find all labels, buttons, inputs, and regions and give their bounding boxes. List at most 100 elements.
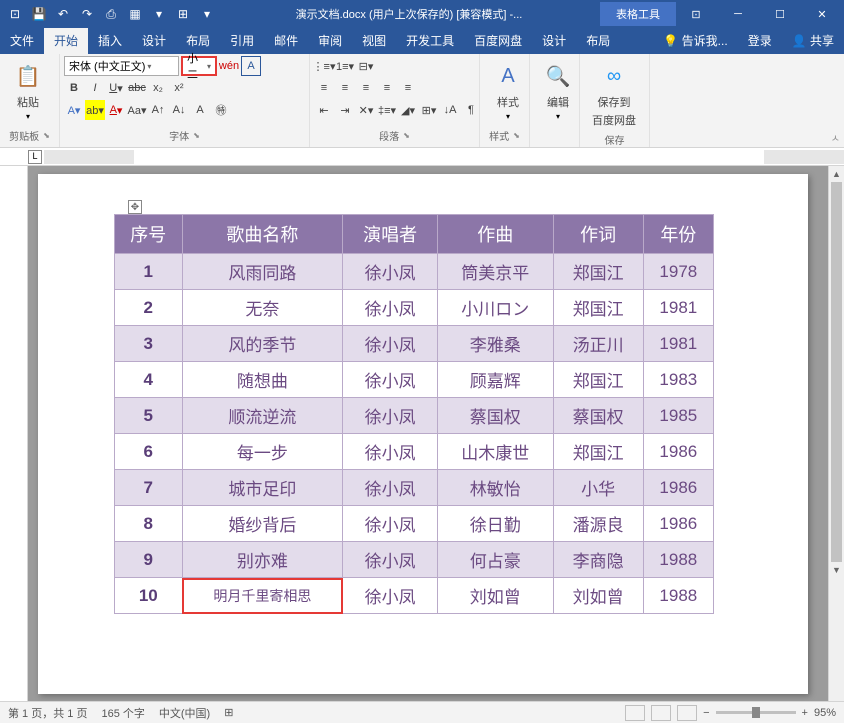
- vertical-scrollbar[interactable]: ▲ ▼: [828, 166, 844, 701]
- view-read-icon[interactable]: [625, 705, 645, 721]
- table-cell[interactable]: 3: [115, 326, 183, 362]
- table-cell[interactable]: 李商隐: [553, 542, 643, 578]
- zoom-out-icon[interactable]: −: [703, 707, 709, 719]
- touch-mode-icon[interactable]: ⊡: [4, 3, 26, 25]
- tab-developer[interactable]: 开发工具: [396, 28, 464, 54]
- table-cell[interactable]: 随想曲: [182, 362, 343, 398]
- table-cell[interactable]: 1986: [643, 434, 713, 470]
- qat-btn-6[interactable]: ▦: [124, 3, 146, 25]
- qat-btn-7[interactable]: ▾: [148, 3, 170, 25]
- table-cell[interactable]: 汤正川: [553, 326, 643, 362]
- redo-icon[interactable]: ↷: [76, 3, 98, 25]
- zoom-in-icon[interactable]: +: [802, 707, 808, 719]
- table-cell[interactable]: 小华: [553, 470, 643, 506]
- table-cell[interactable]: 李雅桑: [437, 326, 553, 362]
- table-cell[interactable]: 8: [115, 506, 183, 542]
- table-cell[interactable]: 风的季节: [182, 326, 343, 362]
- tab-insert[interactable]: 插入: [88, 28, 132, 54]
- scroll-thumb[interactable]: [831, 182, 842, 562]
- line-spacing-icon[interactable]: ‡≡▾: [377, 100, 397, 120]
- table-cell[interactable]: 筒美京平: [437, 254, 553, 290]
- qat-more[interactable]: ▾: [196, 3, 218, 25]
- table-cell[interactable]: 1988: [643, 542, 713, 578]
- table-cell[interactable]: 刘如曾: [437, 578, 553, 614]
- table-cell[interactable]: 何占豪: [437, 542, 553, 578]
- status-words[interactable]: 165 个字: [101, 705, 144, 721]
- table-cell[interactable]: 郑国江: [553, 434, 643, 470]
- table-move-handle[interactable]: ✥: [128, 200, 142, 214]
- subscript-icon[interactable]: x₂: [148, 78, 168, 98]
- styles-button[interactable]: A 样式 ▾: [484, 56, 532, 125]
- table-cell[interactable]: 徐小凤: [343, 542, 438, 578]
- view-web-icon[interactable]: [677, 705, 697, 721]
- table-cell[interactable]: 徐小凤: [343, 470, 438, 506]
- table-cell[interactable]: 潘源良: [553, 506, 643, 542]
- table-cell[interactable]: 蔡国权: [437, 398, 553, 434]
- borders-icon[interactable]: ⊞▾: [419, 100, 439, 120]
- login-button[interactable]: 登录: [738, 28, 782, 54]
- table-cell[interactable]: 林敏怡: [437, 470, 553, 506]
- table-cell[interactable]: 小川ロン: [437, 290, 553, 326]
- sort-icon[interactable]: ↓A: [440, 100, 460, 120]
- decrease-indent-icon[interactable]: ⇤: [314, 100, 334, 120]
- table-cell[interactable]: 1988: [643, 578, 713, 614]
- table-cell[interactable]: 蔡国权: [553, 398, 643, 434]
- table-cell[interactable]: 2: [115, 290, 183, 326]
- italic-icon[interactable]: I: [85, 78, 105, 98]
- bullets-icon[interactable]: ⋮≡▾: [314, 56, 334, 76]
- view-print-icon[interactable]: [651, 705, 671, 721]
- status-page[interactable]: 第 1 页，共 1 页: [8, 705, 87, 721]
- font-size-combo[interactable]: 小二▾: [181, 56, 217, 76]
- shrink-font-icon[interactable]: A↓: [169, 100, 189, 120]
- page-scroll[interactable]: ✥ 序号歌曲名称演唱者作曲作词年份 1风雨同路徐小凤筒美京平郑国江19782无奈…: [28, 166, 844, 701]
- scroll-up-icon[interactable]: ▲: [829, 166, 844, 182]
- scroll-down-icon[interactable]: ▼: [829, 562, 844, 578]
- increase-indent-icon[interactable]: ⇥: [335, 100, 355, 120]
- styles-launcher[interactable]: ⬊: [513, 131, 520, 140]
- table-cell[interactable]: 顾嘉辉: [437, 362, 553, 398]
- table-cell[interactable]: 徐小凤: [343, 326, 438, 362]
- grow-font-icon[interactable]: A↑: [148, 100, 168, 120]
- table-cell[interactable]: 郑国江: [553, 362, 643, 398]
- align-left-icon[interactable]: ≡: [314, 78, 334, 98]
- minimize-icon[interactable]: ─: [718, 2, 758, 26]
- table-cell[interactable]: 郑国江: [553, 290, 643, 326]
- tell-me[interactable]: 💡 告诉我...: [653, 28, 737, 54]
- table-cell[interactable]: 5: [115, 398, 183, 434]
- close-icon[interactable]: ✕: [802, 2, 842, 26]
- phonetic-guide-icon[interactable]: wén: [219, 56, 239, 76]
- table-cell[interactable]: 明月千里寄相思: [182, 578, 343, 614]
- shading-icon[interactable]: ◢▾: [398, 100, 418, 120]
- table-cell[interactable]: 7: [115, 470, 183, 506]
- tab-view[interactable]: 视图: [352, 28, 396, 54]
- tab-baidu[interactable]: 百度网盘: [464, 28, 532, 54]
- tab-table-layout[interactable]: 布局: [576, 28, 620, 54]
- table-cell[interactable]: 1981: [643, 290, 713, 326]
- table-cell[interactable]: 顺流逆流: [182, 398, 343, 434]
- highlight-icon[interactable]: ab▾: [85, 100, 105, 120]
- table-cell[interactable]: 6: [115, 434, 183, 470]
- collapse-ribbon-icon[interactable]: ㅅ: [831, 130, 840, 145]
- bold-icon[interactable]: B: [64, 78, 84, 98]
- paste-button[interactable]: 📋 粘贴 ▾: [4, 56, 52, 125]
- table-cell[interactable]: 1981: [643, 326, 713, 362]
- multilevel-icon[interactable]: ⊟▾: [356, 56, 376, 76]
- text-effects-icon[interactable]: A▾: [64, 100, 84, 120]
- tab-mailings[interactable]: 邮件: [264, 28, 308, 54]
- enclose-char-icon[interactable]: ㊕: [211, 100, 231, 120]
- distribute-icon[interactable]: ≡: [398, 78, 418, 98]
- font-color-icon[interactable]: A▾: [106, 100, 126, 120]
- table-cell[interactable]: 1983: [643, 362, 713, 398]
- tab-review[interactable]: 审阅: [308, 28, 352, 54]
- table-cell[interactable]: 1978: [643, 254, 713, 290]
- tab-file[interactable]: 文件: [0, 28, 44, 54]
- table-cell[interactable]: 每一步: [182, 434, 343, 470]
- tab-design[interactable]: 设计: [132, 28, 176, 54]
- tab-home[interactable]: 开始: [44, 28, 88, 54]
- table-cell[interactable]: 徐日勤: [437, 506, 553, 542]
- numbering-icon[interactable]: 1≡▾: [335, 56, 355, 76]
- strikethrough-icon[interactable]: abc: [127, 78, 147, 98]
- superscript-icon[interactable]: x²: [169, 78, 189, 98]
- table-cell[interactable]: 1: [115, 254, 183, 290]
- table-cell[interactable]: 徐小凤: [343, 506, 438, 542]
